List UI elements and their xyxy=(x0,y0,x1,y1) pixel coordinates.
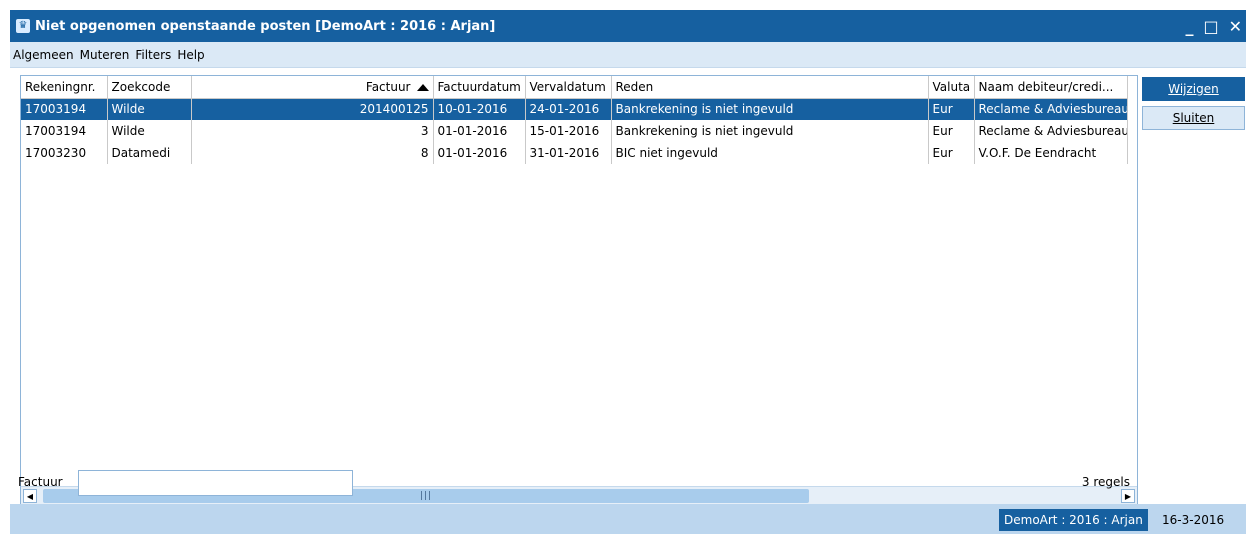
col-valuta[interactable]: Valuta xyxy=(928,76,975,99)
cell-reden: BIC niet ingevuld xyxy=(611,142,929,164)
status-company: DemoArt : 2016 : Arjan xyxy=(999,509,1148,531)
cell-vervaldatum: 15-01-2016 xyxy=(525,120,612,142)
cell-valuta: Eur xyxy=(928,98,975,120)
col-naam[interactable]: Naam debiteur/credi... xyxy=(974,76,1128,99)
minimize-icon[interactable]: _ xyxy=(1185,17,1193,36)
cell-factuur: 3 xyxy=(191,120,434,142)
col-vervaldatum[interactable]: Vervaldatum xyxy=(525,76,612,99)
col-factuur[interactable]: Factuur xyxy=(191,76,434,99)
cell-factuurdatum: 10-01-2016 xyxy=(433,98,526,120)
menu-filters[interactable]: Filters xyxy=(132,48,174,62)
cell-valuta: Eur xyxy=(928,120,975,142)
posts-table: Rekeningnr. Zoekcode Factuur Factuurdatu… xyxy=(21,76,1128,164)
cell-reden: Bankrekening is niet ingevuld xyxy=(611,98,929,120)
cell-vervaldatum: 24-01-2016 xyxy=(525,98,612,120)
cell-zoekcode: Wilde xyxy=(107,120,192,142)
cell-zoekcode: Datamedi xyxy=(107,142,192,164)
col-factuurdatum[interactable]: Factuurdatum xyxy=(433,76,526,99)
col-zoekcode[interactable]: Zoekcode xyxy=(107,76,192,99)
table-header: Rekeningnr. Zoekcode Factuur Factuurdatu… xyxy=(21,76,1128,99)
cell-factuur: 8 xyxy=(191,142,434,164)
scroll-right-icon[interactable]: ▶ xyxy=(1121,489,1135,503)
cell-factuurdatum: 01-01-2016 xyxy=(433,142,526,164)
cell-rekeningnr: 17003230 xyxy=(21,142,108,164)
cell-zoekcode: Wilde xyxy=(107,98,192,120)
factuur-filter-input[interactable] xyxy=(78,470,353,496)
cell-factuurdatum: 01-01-2016 xyxy=(433,120,526,142)
cell-naam: V.O.F. De Eendracht xyxy=(974,142,1128,164)
maximize-icon[interactable]: □ xyxy=(1203,17,1218,36)
col-factuur-label: Factuur xyxy=(365,79,411,94)
cell-valuta: Eur xyxy=(928,142,975,164)
status-date: 16-3-2016 xyxy=(1162,513,1225,527)
cell-naam: Reclame & Adviesbureau xyxy=(974,98,1128,120)
scroll-left-icon[interactable]: ◀ xyxy=(23,489,37,503)
sort-ascending-icon xyxy=(416,83,429,91)
cell-factuur: 201400125 xyxy=(191,98,434,120)
window-title: Niet opgenomen openstaande posten [DemoA… xyxy=(35,18,496,34)
col-rekeningnr[interactable]: Rekeningnr. xyxy=(21,76,108,99)
menu-muteren[interactable]: Muteren xyxy=(77,48,133,62)
close-icon[interactable]: ✕ xyxy=(1229,17,1242,36)
cell-naam: Reclame & Adviesbureau xyxy=(974,120,1128,142)
cell-reden: Bankrekening is niet ingevuld xyxy=(611,120,929,142)
row-count: 3 regels xyxy=(1081,475,1130,489)
status-bar: DemoArt : 2016 : Arjan 16-3-2016 xyxy=(10,504,1246,534)
cell-vervaldatum: 31-01-2016 xyxy=(525,142,612,164)
menu-help[interactable]: Help xyxy=(174,48,207,62)
menu-algemeen[interactable]: Algemeen xyxy=(10,48,77,62)
menu-bar: Algemeen Muteren Filters Help xyxy=(10,42,1246,68)
sluiten-button[interactable]: Sluiten xyxy=(1142,106,1245,130)
window-controls: _ □ ✕ xyxy=(1185,10,1246,42)
col-reden[interactable]: Reden xyxy=(611,76,929,99)
cell-rekeningnr: 17003194 xyxy=(21,98,108,120)
wijzigen-button[interactable]: Wijzigen xyxy=(1142,77,1245,101)
factuur-filter-label: Factuur xyxy=(18,475,63,489)
cell-rekeningnr: 17003194 xyxy=(21,120,108,142)
table-row[interactable]: 17003230 Datamedi 8 01-01-2016 31-01-201… xyxy=(21,142,1128,164)
title-bar: ♛ Niet opgenomen openstaande posten [Dem… xyxy=(10,10,1246,42)
window-client: Algemeen Muteren Filters Help Rekeningnr… xyxy=(10,42,1246,534)
table-row[interactable]: 17003194 Wilde 201400125 10-01-2016 24-0… xyxy=(21,98,1128,120)
posts-grid: Rekeningnr. Zoekcode Factuur Factuurdatu… xyxy=(20,75,1138,505)
table-row[interactable]: 17003194 Wilde 3 01-01-2016 15-01-2016 B… xyxy=(21,120,1128,142)
app-crown-icon[interactable]: ♛ xyxy=(16,19,30,33)
